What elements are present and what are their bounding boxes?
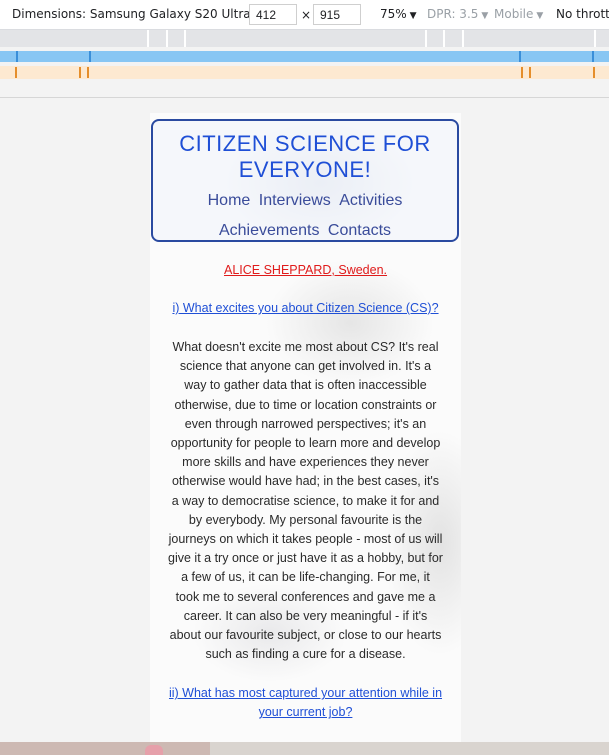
media-query-tick [592,51,594,62]
main-nav: Home Interviews Activities Achievements … [153,186,457,246]
ruler-divider [0,97,609,98]
nav-home-link[interactable]: Home [208,192,251,209]
media-query-segment[interactable] [462,30,464,47]
question-2-link[interactable]: ii) What has most captured your attentio… [168,684,443,722]
media-query-segment[interactable] [166,30,168,47]
height-input[interactable] [313,4,361,25]
media-query-tick [87,67,89,78]
media-query-segment[interactable] [147,30,149,47]
media-query-bar-min-width[interactable] [0,66,609,79]
mode-select[interactable]: Mobile ▼ [494,7,543,21]
device-label: Dimensions: Samsung Galaxy S20 Ultra [12,7,251,21]
media-query-tick [521,67,523,78]
media-query-segment[interactable] [184,30,186,47]
nav-contacts-link[interactable]: Contacts [328,222,391,239]
media-query-segment[interactable] [443,30,445,47]
media-query-segment[interactable] [594,30,596,47]
site-title: CITIZEN SCIENCE FOR EVERYONE! [179,131,431,182]
media-query-bar-max-width[interactable] [0,30,609,47]
times-sign: × [301,8,312,22]
throttle-select[interactable]: No throttl [556,7,609,21]
emulated-viewport[interactable]: CITIZEN SCIENCE FOR EVERYONE! Home Inter… [150,113,461,743]
nav-activities-link[interactable]: Activities [339,192,402,209]
media-query-tick [519,51,521,62]
question-1-link[interactable]: i) What excites you about Citizen Scienc… [168,299,443,318]
nav-achievements-link[interactable]: Achievements [219,222,320,239]
site-header: CITIZEN SCIENCE FOR EVERYONE! Home Inter… [151,119,459,242]
media-query-segment[interactable] [425,30,427,47]
media-query-bar-min-max[interactable] [0,51,609,62]
mode-label: Mobile [494,7,534,21]
bottom-strip-shade [0,742,210,755]
device-select[interactable]: Dimensions: Samsung Galaxy S20 Ultra▼ [12,7,261,21]
throttle-label: No throttl [556,7,609,21]
media-query-tick [15,67,17,78]
answer-1-text: What doesn't excite me most about CS? It… [168,340,443,662]
width-input[interactable] [249,4,297,25]
nav-interviews-link[interactable]: Interviews [259,192,331,209]
interview-content: ALICE SHEPPARD, Sweden. i) What excites … [168,261,443,722]
zoom-label: 75% [380,7,407,21]
dpr-select[interactable]: DPR: 3.5 ▼ [427,7,488,21]
media-query-tick [593,67,595,78]
media-query-tick [79,67,81,78]
media-query-tick [16,51,18,62]
bottom-strip-graphic [145,745,163,755]
media-query-tick [89,51,91,62]
dpr-label: DPR: 3.5 [427,7,479,21]
interviewee-name-link[interactable]: ALICE SHEPPARD, Sweden. [168,261,443,279]
chevron-down-icon: ▼ [481,11,489,21]
chevron-down-icon: ▼ [536,11,544,21]
page-bottom-strip [0,742,609,755]
devtools-device-toolbar: Dimensions: Samsung Galaxy S20 Ultra▼ × … [0,0,609,30]
chevron-down-icon: ▼ [409,11,417,21]
zoom-select[interactable]: 75% ▼ [380,7,417,21]
media-query-tick [529,67,531,78]
